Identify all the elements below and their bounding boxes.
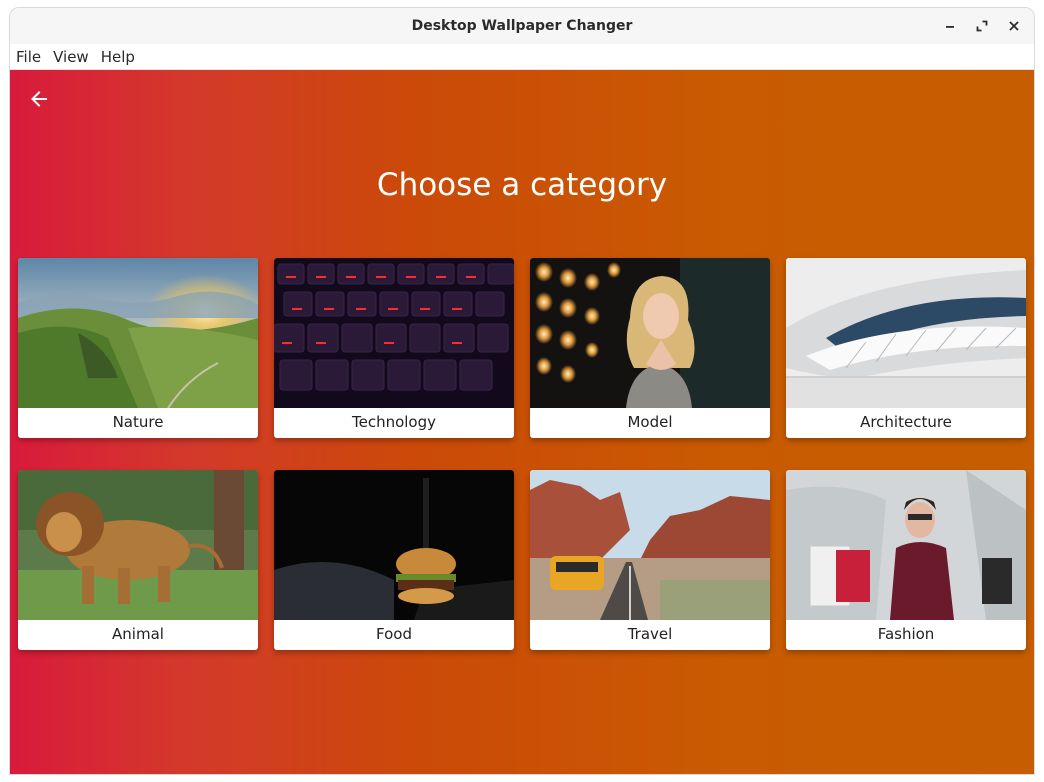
category-card-nature[interactable]: Nature	[18, 258, 258, 438]
app-window: Desktop Wallpaper Changer File View Help…	[9, 7, 1035, 775]
category-label: Model	[627, 413, 673, 431]
window-title: Desktop Wallpaper Changer	[411, 18, 633, 34]
category-card-travel[interactable]: Travel	[530, 470, 770, 650]
category-card-food[interactable]: Food	[274, 470, 514, 650]
menu-file[interactable]: File	[16, 45, 47, 69]
model-thumbnail	[530, 258, 770, 408]
food-thumbnail	[274, 470, 514, 620]
category-grid: Nature Technology Model Architecture Ani…	[18, 258, 1026, 650]
category-label: Technology	[351, 413, 437, 431]
category-label: Architecture	[860, 413, 952, 431]
category-card-technology[interactable]: Technology	[274, 258, 514, 438]
window-controls	[934, 8, 1030, 44]
category-card-architecture[interactable]: Architecture	[786, 258, 1026, 438]
category-card-animal[interactable]: Animal	[18, 470, 258, 650]
animal-thumbnail	[18, 470, 258, 620]
title-bar: Desktop Wallpaper Changer	[10, 8, 1034, 44]
category-label: Animal	[112, 625, 164, 643]
menu-help[interactable]: Help	[101, 45, 141, 69]
menu-view[interactable]: View	[53, 45, 95, 69]
category-label: Food	[376, 625, 412, 643]
category-label: Nature	[112, 413, 164, 431]
back-button[interactable]	[26, 86, 52, 112]
category-card-model[interactable]: Model	[530, 258, 770, 438]
technology-thumbnail	[274, 258, 514, 408]
category-card-fashion[interactable]: Fashion	[786, 470, 1026, 650]
page-title: Choose a category	[376, 167, 668, 203]
arrow-left-icon	[31, 91, 47, 107]
fashion-thumbnail	[786, 470, 1026, 620]
maximize-icon	[976, 20, 988, 32]
minimize-button[interactable]	[934, 12, 966, 40]
travel-thumbnail	[530, 470, 770, 620]
close-icon	[1009, 21, 1019, 31]
category-label: Fashion	[877, 625, 935, 643]
minimize-icon	[946, 26, 954, 28]
close-button[interactable]	[998, 12, 1030, 40]
category-page: Choose a category Nature Technology Mode…	[10, 70, 1034, 774]
maximize-button[interactable]	[966, 12, 998, 40]
architecture-thumbnail	[786, 258, 1026, 408]
category-label: Travel	[627, 625, 673, 643]
menu-bar: File View Help	[10, 44, 1034, 70]
nature-thumbnail	[18, 258, 258, 408]
